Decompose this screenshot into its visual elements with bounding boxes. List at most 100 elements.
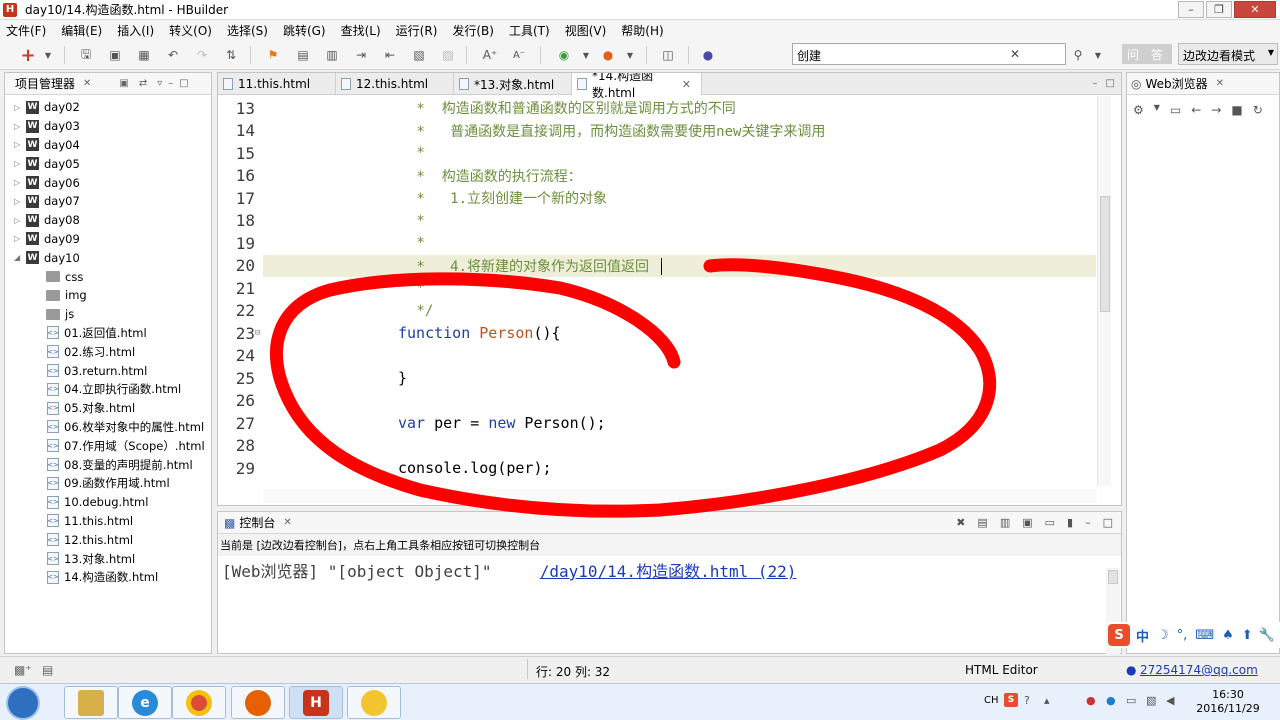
tree-item[interactable]: <> 08.变量的声明提前.html — [5, 455, 211, 474]
moon-icon[interactable]: ☽ — [1157, 628, 1169, 643]
save-all-icon[interactable]: ▣ — [107, 47, 123, 63]
maximize-editor-icon[interactable]: □ — [1106, 78, 1115, 89]
new-file-icon[interactable]: + — [20, 45, 36, 66]
help-tray-icon[interactable]: ? — [1024, 694, 1030, 707]
collapse-all-icon[interactable]: ▣ — [119, 78, 128, 89]
code-line[interactable]: 18 * — [218, 210, 1096, 233]
qq-tray-icon[interactable]: ● — [1106, 694, 1116, 707]
next-bookmark-icon[interactable]: ▥ — [324, 47, 340, 63]
code-line[interactable]: 22 */ — [218, 300, 1096, 323]
run-icon[interactable]: ◉ — [556, 47, 572, 63]
pin-console-icon[interactable]: ▥ — [1000, 516, 1010, 529]
tree-item[interactable]: ▷ Wday06 — [5, 173, 211, 192]
close-tab-icon[interactable]: ✕ — [682, 78, 691, 91]
search-dropdown-icon[interactable]: ▼ — [1090, 47, 1106, 63]
preview-icon[interactable]: ◫ — [660, 47, 676, 63]
new-dropdown-icon[interactable]: ▼ — [40, 47, 56, 63]
console-tab[interactable]: ▩ 控制台 ✕ ✖ ▤ ▥ ▣ ▭ ▮ – □ — [218, 512, 1121, 534]
qa-button[interactable]: 问 答 — [1122, 44, 1172, 64]
comment-icon[interactable]: ▧ — [411, 47, 427, 63]
bookmark-icon[interactable]: ⚑ — [265, 47, 281, 63]
menu-view[interactable]: 视图(V) — [565, 22, 607, 39]
chat-tray-icon[interactable]: ▭ — [1126, 694, 1136, 707]
tree-item[interactable]: ▷ Wday07 — [5, 192, 211, 211]
redo-icon[interactable]: ↷ — [194, 47, 210, 63]
maximize-panel-icon[interactable]: □ — [179, 78, 188, 89]
menu-edit[interactable]: 编辑(E) — [61, 22, 102, 39]
tab-13-object[interactable]: *13.对象.html — [454, 73, 572, 95]
chrome-taskbar-button[interactable] — [172, 686, 226, 719]
language-indicator[interactable]: CH — [984, 695, 999, 706]
close-icon[interactable]: ✕ — [283, 517, 291, 528]
prev-bookmark-icon[interactable]: ▤ — [295, 47, 311, 63]
code-line[interactable]: 26 — [218, 390, 1096, 413]
code-area[interactable]: 13 * 构造函数和普通函数的区别就是调用方式的不同 14 * 普通函数是直接调用… — [218, 96, 1096, 488]
minimize-button[interactable]: – — [1178, 1, 1204, 18]
tree-item[interactable]: ▷ Wday02 — [5, 98, 211, 117]
keyboard-icon[interactable]: ⌨ — [1195, 628, 1214, 643]
code-line[interactable]: 23 ⊟ function Person(){ — [218, 322, 1096, 345]
code-line[interactable]: 17 * 1.立刻创建一个新的对象 — [218, 187, 1096, 210]
console-source-link[interactable]: /day10/14.构造函数.html (22) — [540, 562, 797, 581]
tray-expand-icon[interactable]: ▴ — [1044, 694, 1050, 707]
collapsed-arrow-icon[interactable]: ▷ — [14, 159, 24, 168]
display-console-icon[interactable]: ▭ — [1045, 516, 1055, 529]
tools-icon[interactable]: 🔧 — [1259, 628, 1275, 643]
menu-goto[interactable]: 跳转(G) — [283, 22, 326, 39]
collapsed-arrow-icon[interactable]: ▷ — [14, 178, 24, 187]
new-project-icon[interactable]: ▩⁺ — [14, 663, 32, 677]
collapsed-arrow-icon[interactable]: ▷ — [14, 103, 24, 112]
tree-item[interactable]: ▷ Wday04 — [5, 136, 211, 155]
menu-help[interactable]: 帮助(H) — [621, 22, 663, 39]
back-icon[interactable]: ← — [1191, 103, 1201, 117]
scroll-thumb[interactable] — [1100, 196, 1110, 312]
clock[interactable]: 16:30 2016/11/29 — [1196, 688, 1260, 716]
tree-item[interactable]: ◢ Wday10 — [5, 248, 211, 267]
open-console-icon[interactable]: ▣ — [1022, 516, 1032, 529]
tree-item[interactable]: <> 03.return.html — [5, 361, 211, 380]
format-icon[interactable]: ⇅ — [223, 47, 239, 63]
project-explorer-tab[interactable]: 项目管理器 ✕ ▣ ⇄ ▿ – □ — [5, 73, 211, 95]
search-input[interactable]: 创建 — [792, 43, 1066, 65]
scroll-lock-icon[interactable]: ▤ — [977, 516, 987, 529]
tree-item[interactable]: <> 10.debug.html — [5, 493, 211, 512]
view-menu-icon[interactable]: ▿ — [157, 78, 162, 89]
tree-item[interactable]: ▷ Wday08 — [5, 211, 211, 230]
tree-item[interactable]: <> 01.返回值.html — [5, 324, 211, 343]
menu-select[interactable]: 选择(S) — [227, 22, 268, 39]
tree-item[interactable]: ▷ Wday03 — [5, 117, 211, 136]
view-mode-select[interactable]: 边改边看模式 ▼ — [1178, 43, 1278, 65]
indent-icon[interactable]: ⇥ — [353, 47, 369, 63]
sogou-icon[interactable]: S — [1108, 624, 1130, 646]
maximize-console-icon[interactable]: □ — [1103, 516, 1113, 529]
plugin-icon[interactable]: ● — [700, 47, 716, 63]
minimize-editor-icon[interactable]: – — [1093, 78, 1098, 89]
close-button[interactable]: ✕ — [1234, 1, 1276, 18]
search-icon[interactable]: ⚲ — [1070, 47, 1086, 63]
tree-item[interactable]: css — [5, 267, 211, 286]
tree-item[interactable]: js — [5, 305, 211, 324]
sync-icon[interactable]: ▤ — [42, 663, 53, 677]
code-line[interactable]: 20 * 4.将新建的对象作为返回值返回 — [218, 255, 1096, 278]
clear-search-icon[interactable]: ✕ — [1010, 47, 1020, 61]
restore-button[interactable]: ❐ — [1206, 1, 1232, 18]
punctuation-icon[interactable]: °, — [1177, 628, 1188, 643]
menu-run[interactable]: 运行(R) — [396, 22, 438, 39]
tree-item[interactable]: ▷ Wday05 — [5, 154, 211, 173]
code-line[interactable]: 27 var per = new Person(); — [218, 412, 1096, 435]
forward-icon[interactable]: → — [1211, 103, 1221, 117]
explorer-taskbar-button[interactable] — [64, 686, 118, 719]
code-line[interactable]: 16 * 构造函数的执行流程： — [218, 165, 1096, 188]
upload-icon[interactable]: ⬆ — [1242, 628, 1253, 643]
tree-item[interactable]: <> 06.枚举对象中的属性.html — [5, 418, 211, 437]
gear-icon[interactable]: ⚙ — [1133, 103, 1144, 117]
devtools-icon[interactable]: ▭ — [1170, 103, 1181, 117]
code-line[interactable]: 15 * — [218, 142, 1096, 165]
fold-toggle-icon[interactable]: ⊟ — [255, 328, 260, 338]
menu-tools[interactable]: 工具(T) — [509, 22, 550, 39]
tree-item[interactable]: ▷ Wday09 — [5, 230, 211, 249]
browser-dropdown-icon[interactable]: ▼ — [622, 47, 638, 63]
minimize-console-icon[interactable]: – — [1085, 516, 1091, 529]
start-button[interactable] — [6, 686, 40, 720]
minimize-panel-icon[interactable]: – — [168, 78, 173, 89]
